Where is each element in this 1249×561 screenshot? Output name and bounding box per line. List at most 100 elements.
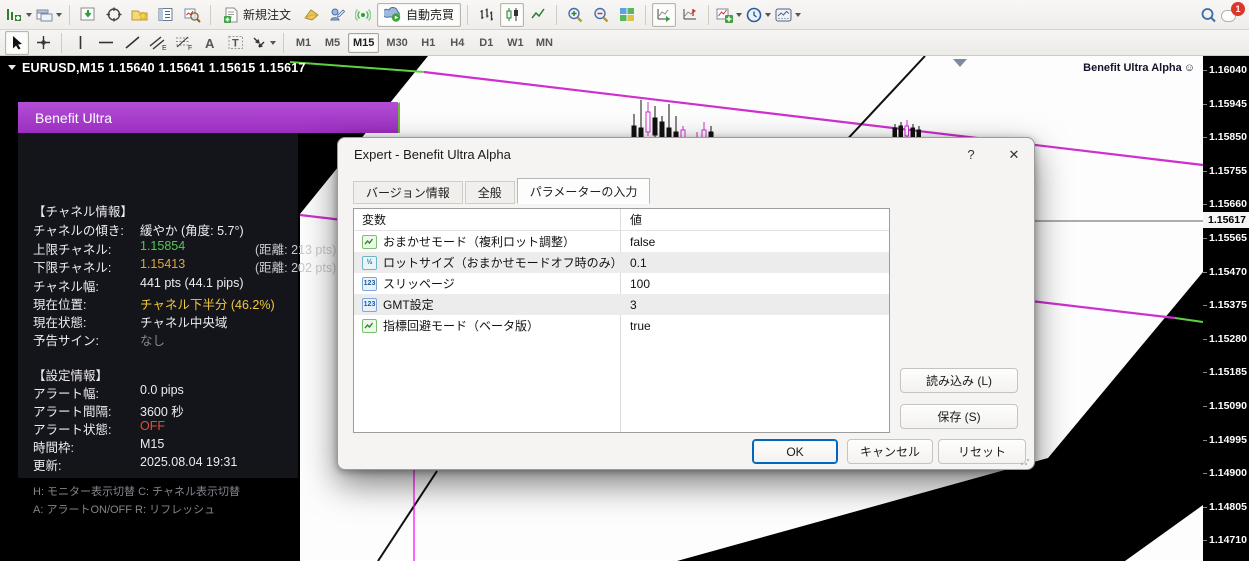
timeframe-m1-button[interactable]: M1 bbox=[290, 33, 317, 53]
new-order-button[interactable]: 新規注文 bbox=[217, 3, 297, 27]
expert-properties-dialog: Expert - Benefit Ultra Alpha ? ✕ バージョン情報… bbox=[337, 137, 1035, 470]
auto-scroll-button[interactable] bbox=[652, 3, 676, 27]
indicator-name-label: Benefit Ultra Alpha☺ bbox=[1083, 62, 1195, 74]
panel-row-value: 1.15413 bbox=[140, 257, 185, 271]
zoom-in-button[interactable] bbox=[563, 3, 587, 27]
param-value[interactable]: false bbox=[630, 235, 655, 249]
toolbar-separator bbox=[708, 5, 709, 25]
templates-caret-icon bbox=[795, 13, 801, 17]
line-chart-type-button[interactable] bbox=[526, 3, 550, 27]
param-type-bool-icon bbox=[362, 319, 377, 333]
dialog-title: Expert - Benefit Ultra Alpha bbox=[354, 147, 511, 162]
panel-row-extra: (距離: 213 pts) bbox=[255, 239, 336, 258]
param-value[interactable]: 100 bbox=[630, 277, 650, 291]
svg-text:A: A bbox=[205, 36, 215, 50]
dialog-help-button[interactable]: ? bbox=[958, 144, 984, 166]
tile-windows-button[interactable] bbox=[615, 3, 639, 27]
ok-button[interactable]: OK bbox=[752, 439, 838, 464]
quote-collapse-icon[interactable] bbox=[8, 65, 16, 70]
market-watch-button[interactable] bbox=[76, 3, 100, 27]
dialog-tabs: バージョン情報全般パラメーターの入力 bbox=[353, 178, 652, 204]
bar-chart-type-button[interactable] bbox=[474, 3, 498, 27]
chart-shift-button[interactable] bbox=[678, 3, 702, 27]
search-icon[interactable] bbox=[1196, 3, 1220, 27]
profiles-button[interactable] bbox=[35, 3, 63, 27]
cancel-button[interactable]: キャンセル bbox=[847, 439, 933, 464]
param-type-int-icon: 123 bbox=[362, 298, 377, 312]
param-name: 指標回避モード（ベータ版） bbox=[383, 317, 539, 334]
fibonacci-tool-button[interactable]: F bbox=[172, 31, 196, 55]
panel-row-extra: (距離: 202 pts) bbox=[255, 257, 336, 276]
toolbar-separator bbox=[645, 5, 646, 25]
trendline-tool-button[interactable] bbox=[120, 31, 144, 55]
param-value[interactable]: 0.1 bbox=[630, 256, 647, 270]
load-button[interactable]: 読み込み (L) bbox=[900, 368, 1018, 393]
dialog-tab-2[interactable]: パラメーターの入力 bbox=[517, 178, 651, 204]
timeframe-switcher: M1M5M15M30H1H4D1W1MN bbox=[289, 33, 559, 53]
dialog-tab-1[interactable]: 全般 bbox=[465, 181, 515, 204]
timeframe-m5-button[interactable]: M5 bbox=[319, 33, 346, 53]
arrows-tool-button[interactable] bbox=[250, 31, 277, 55]
equidistant-channel-tool-button[interactable]: E bbox=[146, 31, 170, 55]
depth-of-market-button[interactable] bbox=[299, 3, 323, 27]
timeframe-m15-button[interactable]: M15 bbox=[348, 33, 379, 53]
timeframe-d1-button[interactable]: D1 bbox=[473, 33, 500, 53]
price-axis-label: 1.15755 bbox=[1209, 165, 1247, 177]
parameter-row[interactable]: 123 GMT設定 3 bbox=[354, 294, 889, 315]
arrows-caret-icon bbox=[270, 41, 276, 45]
price-axis-label: 1.15185 bbox=[1209, 366, 1247, 378]
timeframe-w1-button[interactable]: W1 bbox=[502, 33, 529, 53]
param-value[interactable]: 3 bbox=[630, 298, 637, 312]
indicators-button[interactable] bbox=[715, 3, 743, 27]
panel-row-label: 下限チャネル: bbox=[33, 257, 111, 276]
notifications-button[interactable]: 1 bbox=[1221, 6, 1241, 24]
panel-row-label: チャネルの傾き: bbox=[33, 220, 124, 239]
new-chart-button[interactable] bbox=[5, 3, 33, 27]
reset-button[interactable]: リセット bbox=[938, 439, 1026, 464]
param-type-bool-icon bbox=[362, 235, 377, 249]
timeframe-m30-button[interactable]: M30 bbox=[381, 33, 412, 53]
metaeditor-button[interactable] bbox=[325, 3, 349, 27]
candlestick-chart-type-button[interactable] bbox=[500, 3, 524, 27]
dialog-tab-0[interactable]: バージョン情報 bbox=[353, 181, 463, 204]
parameter-row[interactable]: 123 スリッページ 100 bbox=[354, 273, 889, 294]
signals-button[interactable] bbox=[351, 3, 375, 27]
timeframe-mn-button[interactable]: MN bbox=[531, 33, 558, 53]
parameter-row[interactable]: ½ ロットサイズ（おまかせモードオフ時のみ） 0.1 bbox=[354, 252, 889, 273]
horizontal-line-tool-button[interactable] bbox=[94, 31, 118, 55]
parameter-row[interactable]: おまかせモード（複利ロット調整） false bbox=[354, 231, 889, 252]
price-axis-label: 1.14710 bbox=[1209, 534, 1247, 546]
price-axis-label: 1.15565 bbox=[1209, 232, 1247, 244]
auto-trading-button[interactable]: 自動売買 bbox=[377, 3, 461, 27]
crosshair-window-button[interactable] bbox=[102, 3, 126, 27]
timeframe-h4-button[interactable]: H4 bbox=[444, 33, 471, 53]
column-header-value: 値 bbox=[630, 211, 642, 228]
panel-footer-line: H: モニター表示切替 C: チャネル表示切替 bbox=[33, 483, 240, 499]
svg-text:T: T bbox=[232, 38, 239, 50]
terminal-button[interactable] bbox=[154, 3, 178, 27]
panel-footer-line: A: アラートON/OFF R: リフレッシュ bbox=[33, 501, 215, 517]
text-tool-button[interactable]: A bbox=[198, 31, 222, 55]
dialog-close-button[interactable]: ✕ bbox=[1000, 144, 1028, 166]
panel-row-value: チャネル下半分 (46.2%) bbox=[140, 294, 275, 313]
cursor-tool-button[interactable] bbox=[5, 31, 29, 55]
parameter-row[interactable]: 指標回避モード（ベータ版） true bbox=[354, 315, 889, 336]
drawing-toolbar: E F A T M1M5M15M30H1H4D1W1MN bbox=[0, 30, 1249, 56]
navigator-button[interactable] bbox=[128, 3, 152, 27]
panel-row-label: 時間枠: bbox=[33, 437, 74, 456]
strategy-tester-button[interactable] bbox=[180, 3, 204, 27]
text-label-tool-button[interactable]: T bbox=[224, 31, 248, 55]
zoom-out-button[interactable] bbox=[589, 3, 613, 27]
periods-button[interactable] bbox=[745, 3, 772, 27]
crosshair-tool-button[interactable] bbox=[31, 31, 55, 55]
price-axis-label: 1.15850 bbox=[1209, 131, 1247, 143]
param-value[interactable]: true bbox=[630, 319, 651, 333]
toolbar-separator bbox=[467, 5, 468, 25]
price-axis[interactable]: 1.160401.159451.158501.157551.156601.155… bbox=[1203, 56, 1249, 561]
vertical-line-tool-button[interactable] bbox=[68, 31, 92, 55]
panel-body: 【チャネル情報】チャネルの傾き:緩やか (角度: 5.7°)上限チャネル:1.1… bbox=[18, 133, 298, 478]
timeframe-h1-button[interactable]: H1 bbox=[415, 33, 442, 53]
save-button[interactable]: 保存 (S) bbox=[900, 404, 1018, 429]
resize-grip[interactable] bbox=[1020, 456, 1030, 466]
templates-button[interactable] bbox=[774, 3, 802, 27]
